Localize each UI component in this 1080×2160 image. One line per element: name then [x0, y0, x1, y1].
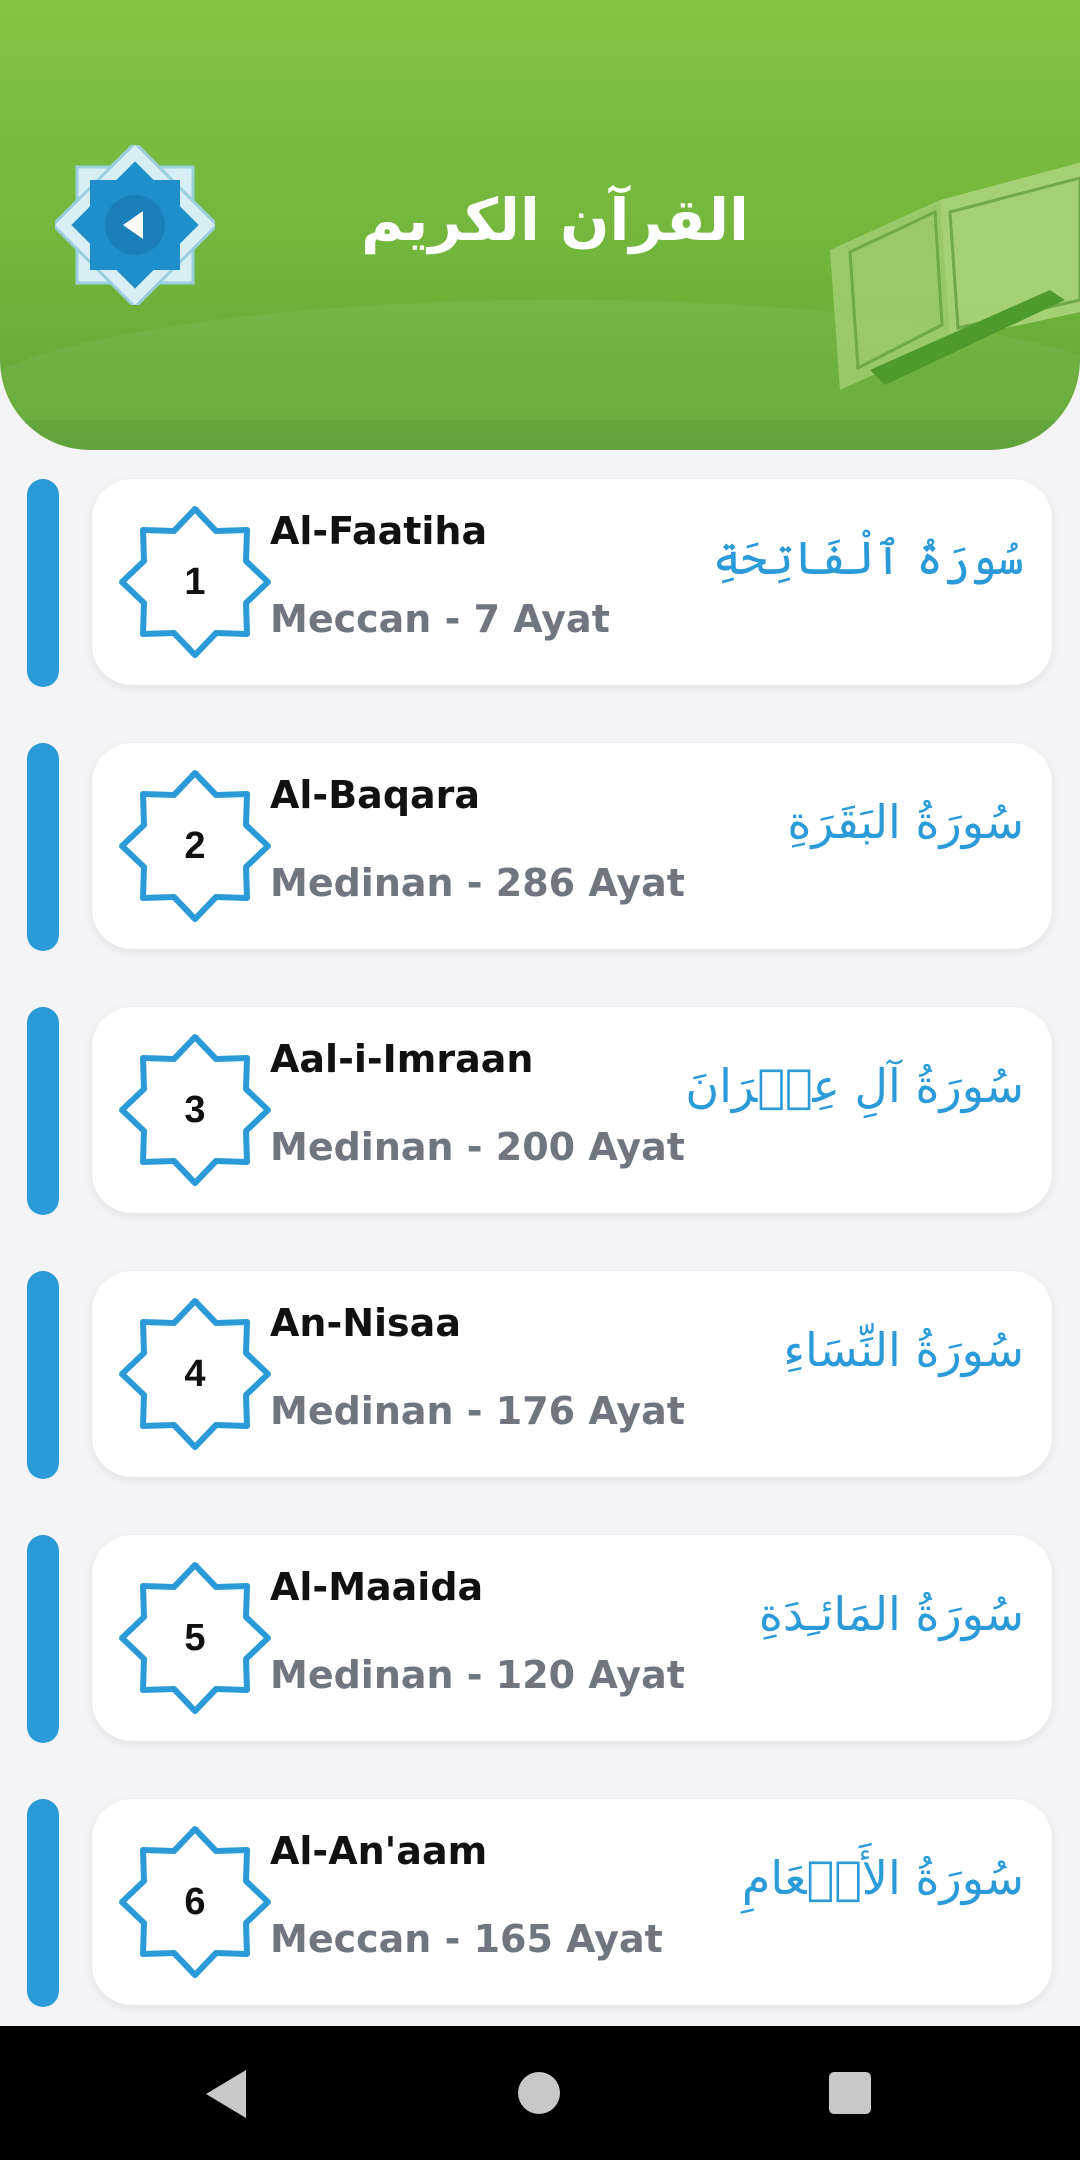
surah-arabic-name: سُورَةُ ٱلْفَاتِحَةِ — [712, 531, 1024, 585]
octagram-play-logo-icon[interactable] — [55, 145, 215, 305]
surah-card[interactable]: 2 Al-Baqara Medinan - 286 Ayat سُورَةُ ا… — [92, 743, 1052, 949]
surah-arabic-name: سُورَةُ البَقَرَةِ — [787, 795, 1024, 849]
list-item[interactable]: 2 Al-Baqara Medinan - 286 Ayat سُورَةُ ا… — [0, 740, 1080, 1004]
surah-number: 1 — [184, 561, 206, 603]
surah-meta: Meccan - 7 Ayat — [270, 597, 610, 641]
surah-number: 2 — [184, 825, 206, 867]
surah-arabic-name: سُورَةُ آلِ عِمۡرَانَ — [685, 1059, 1024, 1113]
list-item[interactable]: 3 Aal-i-Imraan Medinan - 200 Ayat سُورَة… — [0, 1004, 1080, 1268]
open-quran-book-icon — [830, 162, 1080, 390]
surah-arabic-name: سُورَةُ الأَنۡعَامِ — [741, 1851, 1024, 1905]
app-header: القرآن الكريم — [0, 0, 1080, 450]
list-item-accent-bar — [27, 479, 59, 687]
list-item[interactable]: 4 An-Nisaa Medinan - 176 Ayat سُورَةُ ال… — [0, 1268, 1080, 1532]
list-item-accent-bar — [27, 1799, 59, 2007]
surah-name: Al-Maaida — [270, 1565, 484, 1609]
system-navigation-bar — [0, 2026, 1080, 2160]
back-triangle-icon[interactable] — [200, 2066, 252, 2122]
list-item-accent-bar — [27, 1007, 59, 1215]
surah-meta: Medinan - 200 Ayat — [270, 1125, 685, 1169]
surah-name: Aal-i-Imraan — [270, 1037, 534, 1081]
list-item[interactable]: 6 Al-An'aam Meccan - 165 Ayat سُورَةُ ال… — [0, 1796, 1080, 2060]
surah-name: Al-Baqara — [270, 773, 481, 817]
list-item[interactable]: 1 Al-Faatiha Meccan - 7 Ayat سُورَةُ ٱلْ… — [0, 476, 1080, 740]
list-item-accent-bar — [27, 1271, 59, 1479]
surah-meta: Medinan - 286 Ayat — [270, 861, 685, 905]
surah-card[interactable]: 3 Aal-i-Imraan Medinan - 200 Ayat سُورَة… — [92, 1007, 1052, 1213]
surah-number: 4 — [184, 1353, 206, 1395]
list-item-accent-bar — [27, 743, 59, 951]
surah-number: 3 — [184, 1089, 206, 1131]
surah-name: An-Nisaa — [270, 1301, 461, 1345]
surah-meta: Medinan - 176 Ayat — [270, 1389, 685, 1433]
surah-number: 5 — [184, 1617, 206, 1659]
surah-arabic-name: سُورَةُ المَائـِدَةِ — [758, 1587, 1024, 1641]
surah-card[interactable]: 6 Al-An'aam Meccan - 165 Ayat سُورَةُ ال… — [92, 1799, 1052, 2005]
surah-meta: Medinan - 120 Ayat — [270, 1653, 685, 1697]
surah-name: Al-Faatiha — [270, 509, 488, 553]
surah-name: Al-An'aam — [270, 1829, 488, 1873]
recents-square-icon[interactable] — [829, 2072, 871, 2114]
surah-card[interactable]: 1 Al-Faatiha Meccan - 7 Ayat سُورَةُ ٱلْ… — [92, 479, 1052, 685]
list-item-accent-bar — [27, 1535, 59, 1743]
surah-list[interactable]: 1 Al-Faatiha Meccan - 7 Ayat سُورَةُ ٱلْ… — [0, 476, 1080, 2060]
surah-number: 6 — [184, 1881, 206, 1923]
surah-card[interactable]: 5 Al-Maaida Medinan - 120 Ayat سُورَةُ ا… — [92, 1535, 1052, 1741]
page-title: القرآن الكريم — [361, 186, 749, 254]
header-band-decoration — [0, 420, 1080, 450]
surah-card[interactable]: 4 An-Nisaa Medinan - 176 Ayat سُورَةُ ال… — [92, 1271, 1052, 1477]
surah-meta: Meccan - 165 Ayat — [270, 1917, 663, 1961]
home-circle-icon[interactable] — [518, 2072, 560, 2114]
list-item[interactable]: 5 Al-Maaida Medinan - 120 Ayat سُورَةُ ا… — [0, 1532, 1080, 1796]
surah-arabic-name: سُورَةُ النِّسَاءِ — [783, 1323, 1024, 1377]
